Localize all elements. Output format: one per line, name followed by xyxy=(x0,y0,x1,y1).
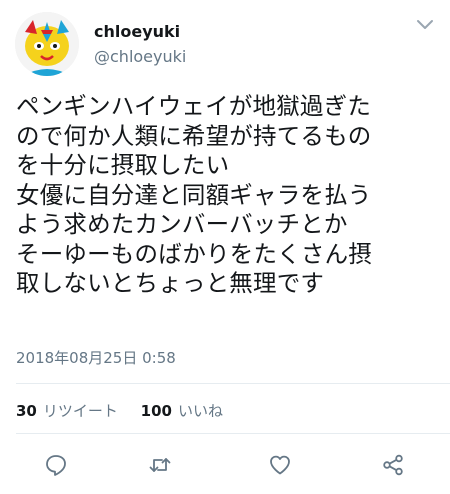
reply-icon[interactable] xyxy=(44,453,68,477)
retweet-stat[interactable]: 30 リツイート xyxy=(16,402,123,420)
divider xyxy=(16,433,450,434)
tweet-text-line: ペンギンハイウェイが地獄過ぎた xyxy=(16,92,372,120)
tweet-text: ペンギンハイウェイが地獄過ぎた ので何か人類に希望が持てるもの を十分に摂取した… xyxy=(16,92,438,299)
retweet-label: リツイート xyxy=(42,402,118,420)
divider xyxy=(16,383,450,384)
tweet-text-line: そーゆーものばかりをたくさん摂 xyxy=(16,239,372,268)
share-icon[interactable] xyxy=(381,453,405,477)
chevron-down-icon[interactable] xyxy=(416,18,434,32)
user-handle[interactable]: @chloeyuki xyxy=(94,47,186,66)
tweet-timestamp[interactable]: 2018年08月25日 0:58 xyxy=(16,347,176,368)
heart-icon[interactable] xyxy=(268,453,292,477)
tweet-stats: 30 リツイート 100 いいね xyxy=(16,400,241,421)
avatar-image xyxy=(15,12,79,76)
tweet-card: chloeyuki @chloeyuki ペンギンハイウェイが地獄過ぎた ので何… xyxy=(0,0,450,494)
action-bar xyxy=(0,449,450,481)
tweet-text-line: を十分に摂取したい xyxy=(16,151,230,179)
retweet-count: 30 xyxy=(16,402,37,420)
tweet-text-line: よう求めたカンバーバッチとか xyxy=(16,210,348,238)
avatar[interactable] xyxy=(15,12,79,76)
tweet-text-line: ので何か人類に希望が持てるもの xyxy=(16,121,372,150)
tweet-text-line: 女優に自分達と同額ギャラを払う xyxy=(16,180,372,209)
like-stat[interactable]: 100 いいね xyxy=(141,402,223,420)
like-label: いいね xyxy=(177,402,223,420)
retweet-icon[interactable] xyxy=(148,453,172,477)
tweet-text-line: 取しないとちょっと無理です xyxy=(16,269,325,297)
like-count: 100 xyxy=(140,402,172,420)
display-name[interactable]: chloeyuki xyxy=(94,22,180,41)
